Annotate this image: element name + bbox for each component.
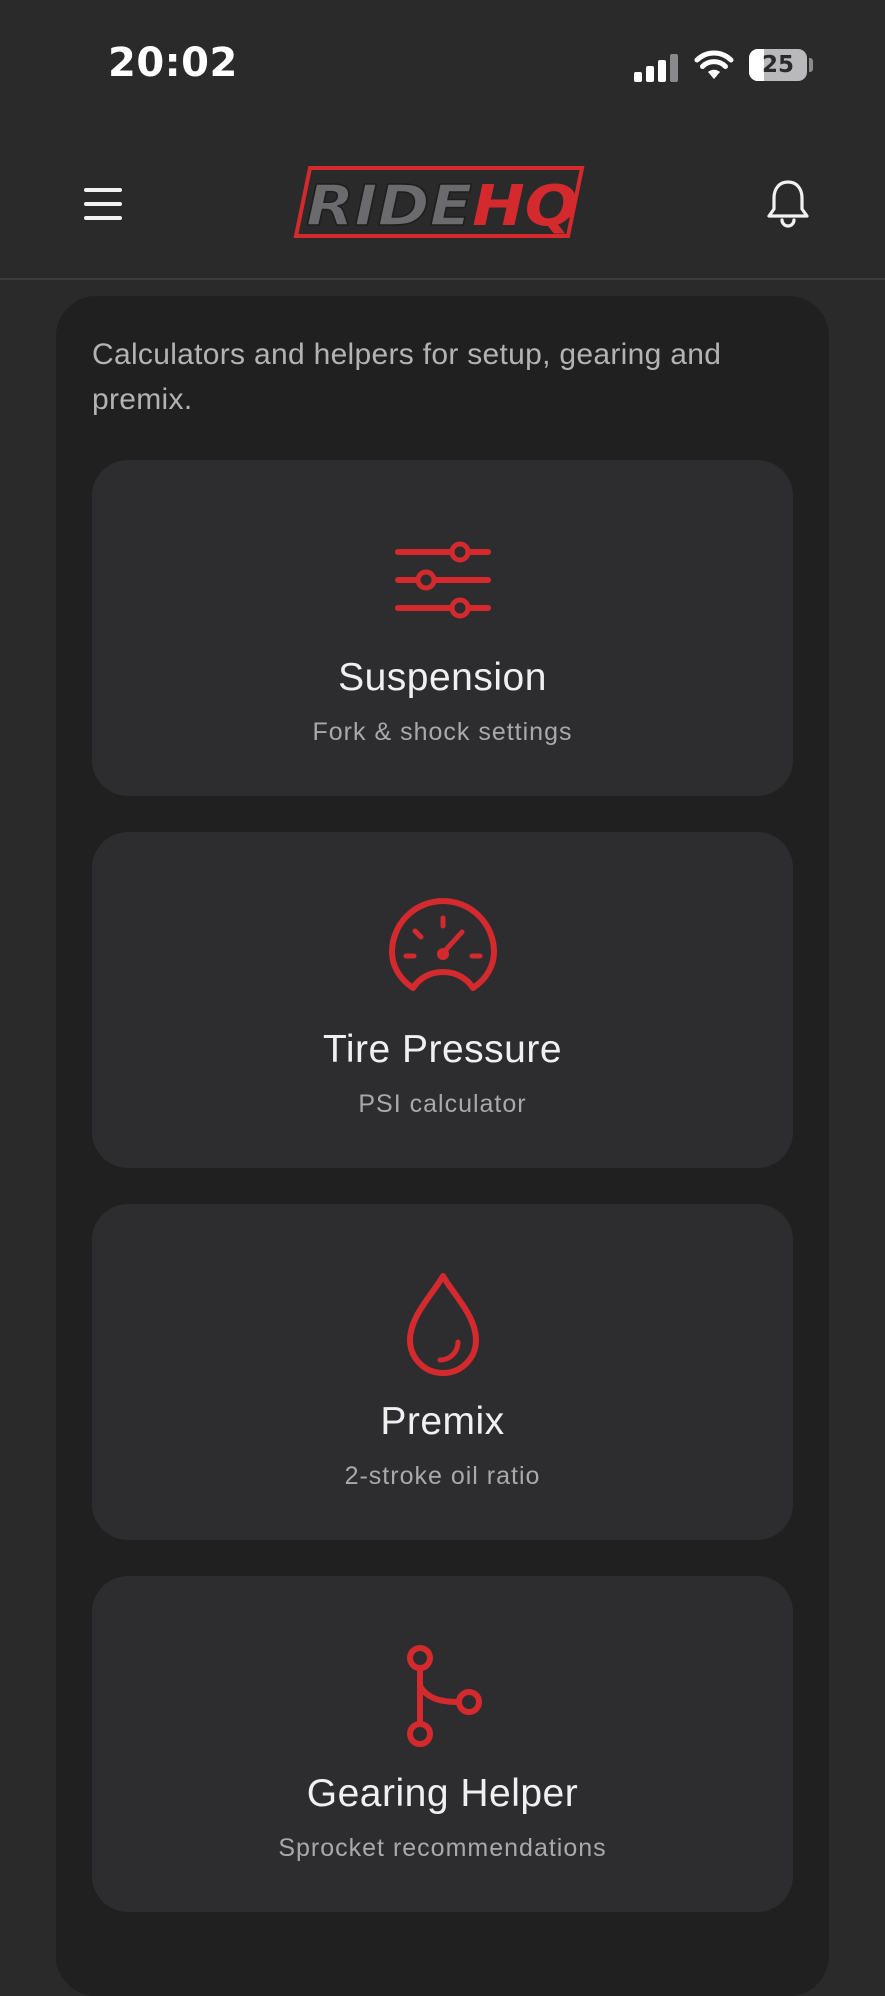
tool-subtitle: Fork & shock settings bbox=[312, 718, 573, 746]
hamburger-menu-icon[interactable] bbox=[78, 182, 128, 226]
sliders-icon bbox=[394, 541, 491, 619]
tool-subtitle: PSI calculator bbox=[358, 1090, 527, 1118]
suspension-card[interactable]: Suspension Fork & shock settings bbox=[92, 460, 793, 796]
app-header: RIDE HQ bbox=[0, 130, 885, 280]
wifi-icon bbox=[694, 50, 734, 79]
tool-title: Premix bbox=[380, 1400, 505, 1443]
logo-hq: HQ bbox=[472, 174, 578, 239]
sprocket-branch-icon bbox=[406, 1645, 482, 1747]
tool-title: Tire Pressure bbox=[322, 1028, 563, 1071]
battery-level: 25 bbox=[761, 52, 794, 78]
premix-card[interactable]: Premix 2-stroke oil ratio bbox=[92, 1204, 793, 1540]
logo-ride: RIDE bbox=[306, 174, 472, 239]
status-time: 20:02 bbox=[108, 40, 238, 86]
battery-icon: 25 bbox=[749, 49, 807, 81]
oil-drop-icon bbox=[406, 1273, 479, 1376]
gauge-icon bbox=[388, 898, 497, 991]
tool-title: Suspension bbox=[338, 656, 547, 699]
tools-panel: Calculators and helpers for setup, geari… bbox=[56, 296, 829, 1996]
gearing-helper-card[interactable]: Gearing Helper Sprocket recommendations bbox=[92, 1576, 793, 1912]
logo-text: RIDE HQ bbox=[306, 174, 578, 239]
cellular-signal-icon bbox=[634, 52, 678, 82]
tool-subtitle: Sprocket recommendations bbox=[278, 1834, 607, 1862]
tool-subtitle: 2-stroke oil ratio bbox=[344, 1462, 541, 1490]
tire-pressure-card[interactable]: Tire Pressure PSI calculator bbox=[92, 832, 793, 1168]
battery-tip bbox=[809, 58, 813, 72]
bell-icon[interactable] bbox=[764, 178, 812, 230]
status-bar: 20:02 25 bbox=[0, 0, 885, 130]
intro-text: Calculators and helpers for setup, geari… bbox=[92, 338, 722, 416]
ridehq-logo: RIDE HQ bbox=[293, 166, 585, 240]
tool-title: Gearing Helper bbox=[306, 1772, 579, 1815]
